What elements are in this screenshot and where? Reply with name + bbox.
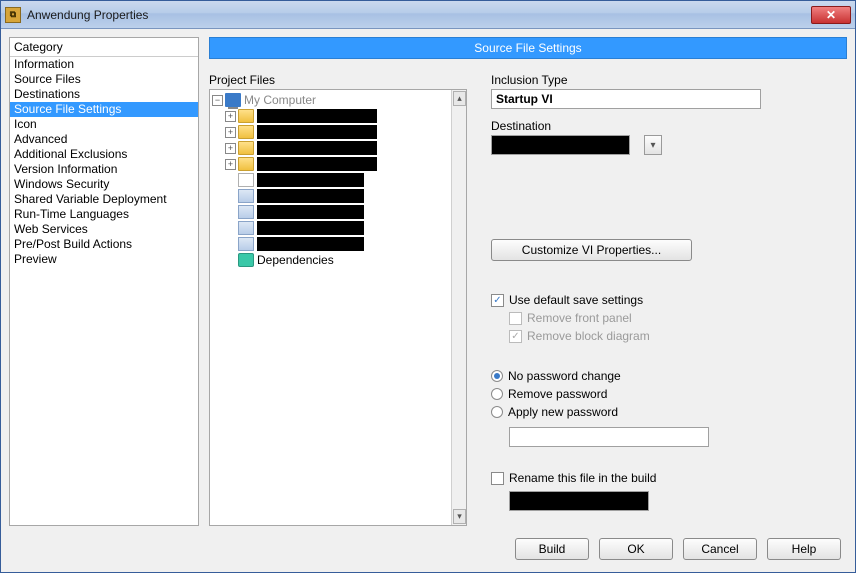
computer-icon	[225, 93, 241, 107]
scroll-down-icon[interactable]: ▾	[453, 509, 466, 524]
destination-value	[491, 135, 630, 155]
expander-icon[interactable]: +	[225, 111, 236, 122]
category-item[interactable]: Version Information	[10, 162, 198, 177]
rename-file-checkbox[interactable]: Rename this file in the build	[491, 469, 847, 487]
footer-buttons: Build OK Cancel Help	[515, 538, 841, 560]
folder-icon	[238, 125, 254, 139]
checkbox-icon	[491, 472, 504, 485]
file-icon	[238, 173, 254, 187]
category-item[interactable]: Pre/Post Build Actions	[10, 237, 198, 252]
tree-dependencies-label: Dependencies	[257, 253, 334, 267]
ok-button[interactable]: OK	[599, 538, 673, 560]
expander-icon[interactable]: +	[225, 159, 236, 170]
redacted-label	[257, 157, 377, 171]
project-files-label: Project Files	[209, 73, 467, 87]
vi-icon	[238, 189, 254, 203]
window-title: Anwendung Properties	[27, 8, 148, 22]
category-item[interactable]: Preview	[10, 252, 198, 267]
project-files-tree[interactable]: − My Computer + + + + Dependencies	[209, 89, 467, 526]
category-list[interactable]: InformationSource FilesDestinationsSourc…	[10, 57, 198, 267]
category-item[interactable]: Icon	[10, 117, 198, 132]
project-files-wrap: Project Files − My Computer + + + +	[209, 73, 467, 526]
scroll-up-icon[interactable]: ▴	[453, 91, 466, 106]
redacted-label	[257, 173, 364, 187]
category-panel: Category InformationSource FilesDestinat…	[9, 37, 199, 526]
vi-icon	[238, 221, 254, 235]
folder-icon	[238, 141, 254, 155]
settings-column: Inclusion Type Startup VI Destination Cu…	[491, 73, 847, 526]
no-password-change-radio[interactable]: No password change	[491, 367, 847, 385]
app-icon: ⧉	[5, 7, 21, 23]
customize-vi-properties-button[interactable]: Customize VI Properties...	[491, 239, 692, 261]
remove-block-diagram-checkbox: Remove block diagram	[509, 327, 847, 345]
rename-value	[509, 491, 649, 511]
build-button[interactable]: Build	[515, 538, 589, 560]
category-item[interactable]: Run-Time Languages	[10, 207, 198, 222]
redacted-label	[257, 205, 364, 219]
category-item[interactable]: Source File Settings	[10, 102, 198, 117]
remove-front-panel-checkbox: Remove front panel	[509, 309, 847, 327]
redacted-label	[257, 109, 377, 123]
right-area: Source File Settings Project Files − My C…	[209, 37, 847, 526]
vi-icon	[238, 237, 254, 251]
radio-icon	[491, 406, 503, 418]
section-header: Source File Settings	[209, 37, 847, 59]
checkbox-icon	[491, 294, 504, 307]
use-default-save-checkbox[interactable]: Use default save settings	[491, 291, 847, 309]
category-item[interactable]: Advanced	[10, 132, 198, 147]
remove-password-radio[interactable]: Remove password	[491, 385, 847, 403]
password-input[interactable]	[509, 427, 709, 447]
content-area: Category InformationSource FilesDestinat…	[1, 29, 855, 572]
titlebar[interactable]: ⧉ Anwendung Properties ✕	[1, 1, 855, 29]
redacted-label	[257, 237, 364, 251]
category-item[interactable]: Windows Security	[10, 177, 198, 192]
help-button[interactable]: Help	[767, 538, 841, 560]
radio-icon	[491, 370, 503, 382]
category-header: Category	[10, 38, 198, 57]
folder-icon	[238, 109, 254, 123]
cancel-button[interactable]: Cancel	[683, 538, 757, 560]
radio-icon	[491, 388, 503, 400]
category-item[interactable]: Source Files	[10, 72, 198, 87]
dependencies-icon	[238, 253, 254, 267]
folder-icon	[238, 157, 254, 171]
expander-icon[interactable]: +	[225, 143, 236, 154]
expander-icon[interactable]: +	[225, 127, 236, 138]
category-item[interactable]: Web Services	[10, 222, 198, 237]
apply-new-password-radio[interactable]: Apply new password	[491, 403, 847, 421]
tree-root-label: My Computer	[244, 93, 316, 107]
checkbox-icon	[509, 330, 522, 343]
redacted-label	[257, 221, 364, 235]
close-button[interactable]: ✕	[811, 6, 851, 24]
destination-label: Destination	[491, 119, 847, 133]
category-item[interactable]: Shared Variable Deployment	[10, 192, 198, 207]
category-item[interactable]: Destinations	[10, 87, 198, 102]
category-item[interactable]: Additional Exclusions	[10, 147, 198, 162]
destination-dropdown[interactable]	[644, 135, 662, 155]
tree-scrollbar[interactable]: ▴ ▾	[451, 90, 466, 525]
redacted-label	[257, 189, 364, 203]
vi-icon	[238, 205, 254, 219]
checkbox-icon	[509, 312, 522, 325]
properties-window: ⧉ Anwendung Properties ✕ Category Inform…	[0, 0, 856, 573]
expander-icon[interactable]: −	[212, 95, 223, 106]
inclusion-type-value: Startup VI	[491, 89, 761, 109]
redacted-label	[257, 141, 377, 155]
category-item[interactable]: Information	[10, 57, 198, 72]
inclusion-type-label: Inclusion Type	[491, 73, 847, 87]
redacted-label	[257, 125, 377, 139]
